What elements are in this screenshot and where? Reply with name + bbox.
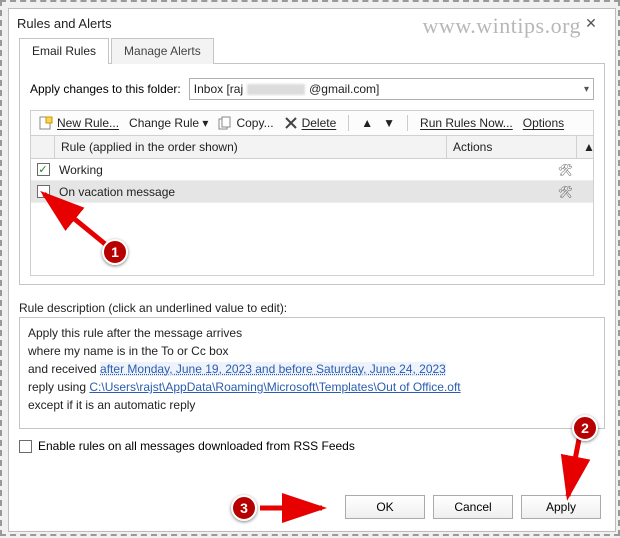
- copy-rule-button[interactable]: Copy...: [218, 116, 273, 130]
- close-icon[interactable]: ✕: [575, 15, 607, 32]
- rss-row: Enable rules on all messages downloaded …: [19, 439, 605, 453]
- tab-manage-alerts[interactable]: Manage Alerts: [111, 38, 214, 64]
- new-rule-button[interactable]: New Rule...: [39, 116, 119, 130]
- tabs: Email Rules Manage Alerts: [9, 37, 615, 63]
- header-actions-col[interactable]: Actions: [447, 136, 577, 158]
- rules-dialog: Rules and Alerts ✕ www.wintips.org Email…: [8, 8, 616, 532]
- folder-select[interactable]: Inbox [raj@gmail.com] ▾: [189, 78, 594, 100]
- table-row[interactable]: On vacation message 🛠: [31, 181, 593, 203]
- header-rule-col[interactable]: Rule (applied in the order shown): [55, 136, 447, 158]
- rss-label: Enable rules on all messages downloaded …: [38, 439, 355, 453]
- rule-action-icon: 🛠: [447, 163, 577, 177]
- separator: [407, 115, 408, 131]
- separator: [348, 115, 349, 131]
- rule-checkbox[interactable]: [37, 185, 50, 198]
- move-down-button[interactable]: ▼: [383, 116, 395, 130]
- description-box: Apply this rule after the message arrive…: [19, 317, 605, 429]
- rule-checkbox[interactable]: ✓: [37, 163, 50, 176]
- annotation-badge-3: 3: [231, 495, 257, 521]
- desc-line: where my name is in the To or Cc box: [28, 342, 596, 360]
- chevron-down-icon[interactable]: ▾: [584, 84, 589, 95]
- apply-button[interactable]: Apply: [521, 495, 601, 519]
- options-button[interactable]: Options: [523, 116, 564, 130]
- rule-name: Working: [55, 163, 447, 177]
- copy-icon: [218, 116, 232, 130]
- header-scroll-col: ▲: [577, 136, 593, 158]
- move-up-button[interactable]: ▲: [361, 116, 373, 130]
- ok-button[interactable]: OK: [345, 495, 425, 519]
- dialog-buttons: OK Cancel Apply: [9, 481, 615, 531]
- rule-action-icon: 🛠: [447, 185, 577, 199]
- folder-value: Inbox [raj@gmail.com]: [194, 82, 584, 96]
- annotation-badge-1: 1: [102, 239, 128, 265]
- folder-row: Apply changes to this folder: Inbox [raj…: [30, 78, 594, 100]
- header-checkbox-col: [31, 136, 55, 158]
- rule-toolbar: New Rule... Change Rule ▾ Copy... Delete…: [30, 110, 594, 136]
- template-path-link[interactable]: C:\Users\rajst\AppData\Roaming\Microsoft…: [89, 380, 460, 394]
- delete-icon: [284, 116, 298, 130]
- run-rules-button[interactable]: Run Rules Now...: [420, 116, 513, 130]
- new-rule-icon: [39, 116, 53, 130]
- redaction-blur: [247, 84, 305, 95]
- window-title: Rules and Alerts: [17, 16, 575, 31]
- description-label: Rule description (click an underlined va…: [19, 301, 605, 315]
- table-row[interactable]: ✓ Working 🛠: [31, 159, 593, 181]
- desc-line: reply using C:\Users\rajst\AppData\Roami…: [28, 378, 596, 396]
- rss-checkbox[interactable]: [19, 440, 32, 453]
- folder-label: Apply changes to this folder:: [30, 82, 181, 96]
- date-range-link[interactable]: after Monday, June 19, 2023 and before S…: [100, 362, 446, 376]
- change-rule-button[interactable]: Change Rule ▾: [129, 116, 208, 130]
- titlebar: Rules and Alerts ✕: [9, 9, 615, 37]
- annotation-badge-2: 2: [572, 415, 598, 441]
- tab-email-rules[interactable]: Email Rules: [19, 38, 109, 64]
- grid-header: Rule (applied in the order shown) Action…: [31, 136, 593, 159]
- delete-rule-button[interactable]: Delete: [284, 116, 337, 130]
- rule-name: On vacation message: [55, 185, 447, 199]
- desc-line: Apply this rule after the message arrive…: [28, 324, 596, 342]
- cancel-button[interactable]: Cancel: [433, 495, 513, 519]
- desc-line: except if it is an automatic reply: [28, 396, 596, 414]
- desc-line: and received after Monday, June 19, 2023…: [28, 360, 596, 378]
